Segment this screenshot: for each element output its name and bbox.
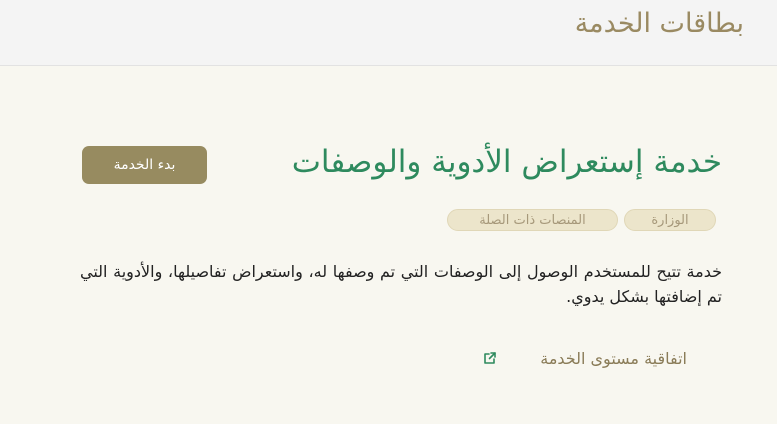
start-service-button[interactable]: بدء الخدمة (82, 146, 207, 184)
tag-ministry[interactable]: الوزارة (624, 209, 716, 231)
service-title: خدمة إستعراض الأدوية والوصفات (291, 144, 722, 180)
page-title: بطاقات الخدمة (574, 8, 744, 39)
sla-link[interactable]: اتفاقية مستوى الخدمة (540, 347, 687, 371)
tag-related-platforms[interactable]: المنصات ذات الصلة (447, 209, 618, 231)
service-card: خدمة إستعراض الأدوية والوصفات بدء الخدمة… (0, 66, 777, 424)
service-description: خدمة تتيح للمستخدم الوصول إلى الوصفات ال… (80, 262, 722, 306)
page-header: بطاقات الخدمة (0, 0, 777, 66)
external-link-icon[interactable] (483, 351, 497, 365)
